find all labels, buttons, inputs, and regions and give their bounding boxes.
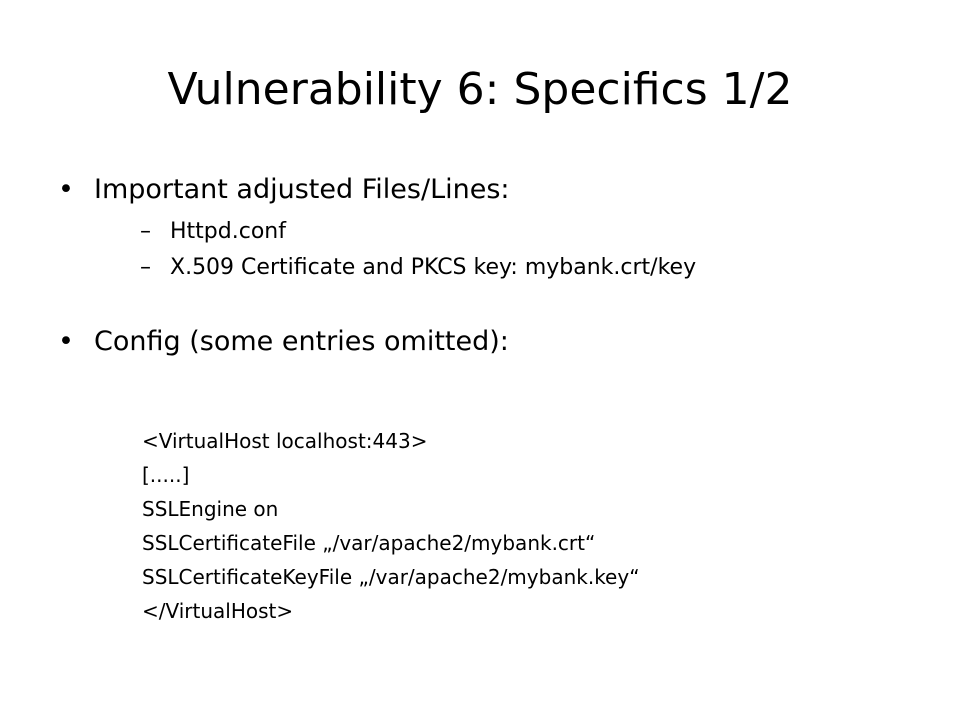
sub-item-certificate: – X.509 Certificate and PKCS key: mybank… (140, 250, 938, 286)
dash-icon: – (140, 219, 151, 244)
config-line: SSLCertificateFile „/var/apache2/mybank.… (142, 531, 596, 555)
sub-item-text: Httpd.conf (170, 219, 286, 244)
slide-title: Vulnerability 6: Specifics 1/2 (167, 64, 793, 115)
sub-list: – Httpd.conf – X.509 Certificate and PKC… (94, 214, 938, 286)
config-line: SSLEngine on (142, 497, 279, 521)
bullet-item-files: • Important adjusted Files/Lines: – Http… (58, 168, 938, 286)
bullet-item-config: • Config (some entries omitted): (58, 320, 938, 364)
bullet-dot-icon: • (58, 326, 74, 357)
bullet-text: Config (some entries omitted): (94, 326, 509, 357)
config-code-block: <VirtualHost localhost:443> [.....] SSLE… (142, 424, 640, 628)
bullet-dot-icon: • (58, 174, 74, 205)
config-line: </VirtualHost> (142, 599, 294, 623)
slide: Vulnerability 6: Specifics 1/2 • Importa… (0, 0, 960, 720)
sub-item-text: X.509 Certificate and PKCS key: mybank.c… (170, 255, 697, 280)
config-line: [.....] (142, 463, 190, 487)
sub-item-httpd: – Httpd.conf (140, 214, 938, 250)
bullet-list: • Important adjusted Files/Lines: – Http… (58, 168, 938, 364)
bullet-text: Important adjusted Files/Lines: (94, 174, 510, 205)
config-line: <VirtualHost localhost:443> (142, 429, 428, 453)
dash-icon: – (140, 255, 151, 280)
config-line: SSLCertificateKeyFile „/var/apache2/myba… (142, 565, 640, 589)
